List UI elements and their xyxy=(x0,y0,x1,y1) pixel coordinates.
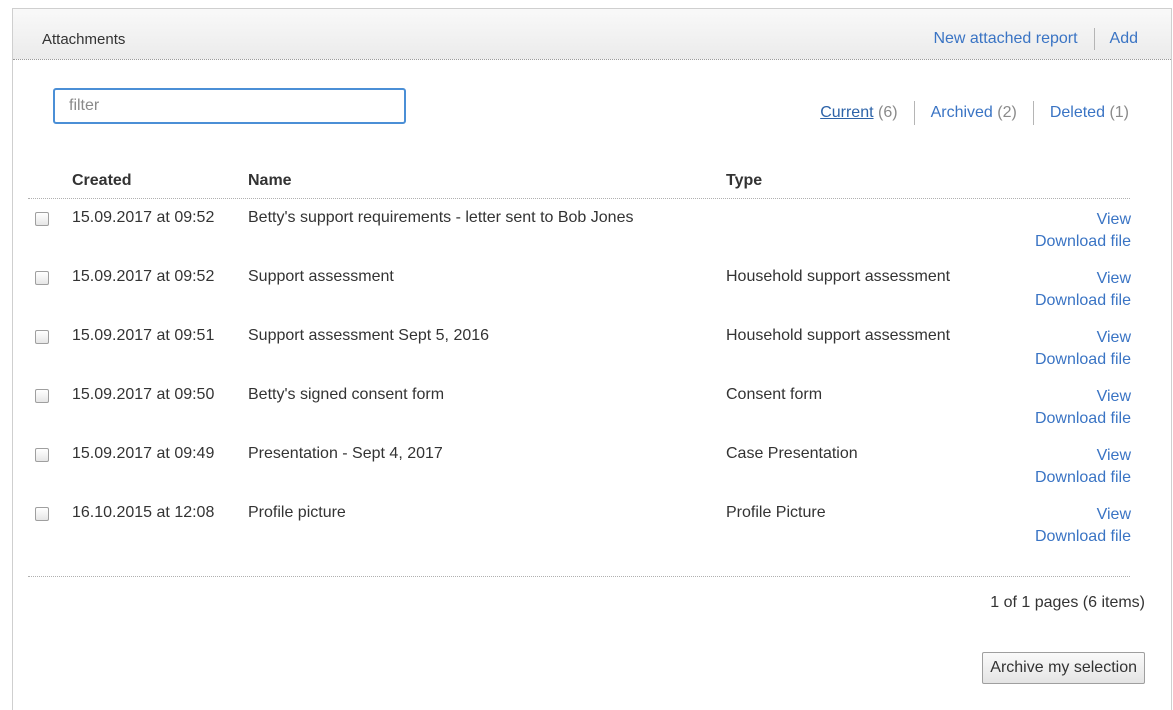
attachments-table-body: 15.09.2017 at 09:52 Betty's support requ… xyxy=(28,201,1131,555)
tab-archived[interactable]: Archived (2) xyxy=(931,104,1017,122)
panel-title: Attachments xyxy=(42,31,126,48)
row-created: 15.09.2017 at 09:50 xyxy=(72,386,215,403)
tab-deleted-label[interactable]: Deleted xyxy=(1050,104,1105,121)
view-link[interactable]: View xyxy=(1035,386,1131,408)
panel-header: Attachments New attached report Add xyxy=(13,9,1171,60)
row-checkbox[interactable] xyxy=(35,212,49,226)
row-checkbox[interactable] xyxy=(35,330,49,344)
row-type: Profile Picture xyxy=(726,504,826,521)
table-row: 15.09.2017 at 09:50 Betty's signed conse… xyxy=(28,378,1131,437)
row-name: Support assessment xyxy=(248,268,394,285)
tab-deleted[interactable]: Deleted (1) xyxy=(1050,104,1129,122)
tab-archived-count: (2) xyxy=(997,104,1017,121)
tab-separator xyxy=(913,101,915,125)
row-name: Betty's signed consent form xyxy=(248,386,445,403)
column-header-name[interactable]: Name xyxy=(248,172,292,190)
header-actions: New attached report Add xyxy=(933,28,1138,50)
table-row: 15.09.2017 at 09:52 Betty's support requ… xyxy=(28,201,1131,260)
view-link[interactable]: View xyxy=(1035,327,1131,349)
download-file-link[interactable]: Download file xyxy=(1035,349,1131,371)
row-actions: View Download file xyxy=(1035,327,1131,371)
download-file-link[interactable]: Download file xyxy=(1035,231,1131,253)
row-type: Household support assessment xyxy=(726,268,951,285)
tab-current-label[interactable]: Current xyxy=(820,104,873,121)
row-created: 15.09.2017 at 09:52 xyxy=(72,268,215,285)
download-file-link[interactable]: Download file xyxy=(1035,290,1131,312)
row-created: 15.09.2017 at 09:51 xyxy=(72,327,215,344)
row-checkbox[interactable] xyxy=(35,389,49,403)
download-file-link[interactable]: Download file xyxy=(1035,526,1131,548)
row-actions: View Download file xyxy=(1035,209,1131,253)
row-actions: View Download file xyxy=(1035,445,1131,489)
new-attached-report-link[interactable]: New attached report xyxy=(933,30,1077,48)
archive-selection-button[interactable]: Archive my selection xyxy=(982,652,1145,684)
download-file-link[interactable]: Download file xyxy=(1035,467,1131,489)
row-name: Profile picture xyxy=(248,504,346,521)
attachment-tabs: Current (6) Archived (2) Deleted (1) xyxy=(820,101,1129,125)
row-checkbox[interactable] xyxy=(35,271,49,285)
row-type: Consent form xyxy=(726,386,823,403)
header-separator xyxy=(1093,28,1095,50)
row-actions: View Download file xyxy=(1035,268,1131,312)
pagination-summary: 1 of 1 pages (6 items) xyxy=(990,594,1145,611)
view-link[interactable]: View xyxy=(1035,268,1131,290)
tab-current[interactable]: Current (6) xyxy=(820,104,897,122)
row-type: Case Presentation xyxy=(726,445,858,462)
download-file-link[interactable]: Download file xyxy=(1035,408,1131,430)
view-link[interactable]: View xyxy=(1035,209,1131,231)
row-actions: View Download file xyxy=(1035,386,1131,430)
row-created: 15.09.2017 at 09:49 xyxy=(72,445,215,462)
tab-archived-label[interactable]: Archived xyxy=(931,104,993,121)
row-name: Presentation - Sept 4, 2017 xyxy=(248,445,443,462)
row-actions: View Download file xyxy=(1035,504,1131,548)
tab-current-count: (6) xyxy=(878,104,898,121)
row-name: Support assessment Sept 5, 2016 xyxy=(248,327,490,344)
row-created: 15.09.2017 at 09:52 xyxy=(72,209,215,226)
table-footer-divider xyxy=(28,576,1130,577)
row-created: 16.10.2015 at 12:08 xyxy=(72,504,215,521)
row-name: Betty's support requirements - letter se… xyxy=(248,209,634,226)
row-checkbox[interactable] xyxy=(35,507,49,521)
tab-separator xyxy=(1032,101,1034,125)
row-type: Household support assessment xyxy=(726,327,951,344)
column-header-type[interactable]: Type xyxy=(726,172,762,190)
table-header: Created Name Type xyxy=(28,162,1130,199)
view-link[interactable]: View xyxy=(1035,504,1131,526)
column-header-created[interactable]: Created xyxy=(72,172,132,190)
table-row: 15.09.2017 at 09:51 Support assessment S… xyxy=(28,319,1131,378)
row-checkbox[interactable] xyxy=(35,448,49,462)
add-link[interactable]: Add xyxy=(1110,30,1138,48)
table-row: 15.09.2017 at 09:49 Presentation - Sept … xyxy=(28,437,1131,496)
table-row: 16.10.2015 at 12:08 Profile picture Prof… xyxy=(28,496,1131,555)
table-row: 15.09.2017 at 09:52 Support assessment H… xyxy=(28,260,1131,319)
tab-deleted-count: (1) xyxy=(1109,104,1129,121)
filter-input[interactable] xyxy=(53,88,406,124)
view-link[interactable]: View xyxy=(1035,445,1131,467)
